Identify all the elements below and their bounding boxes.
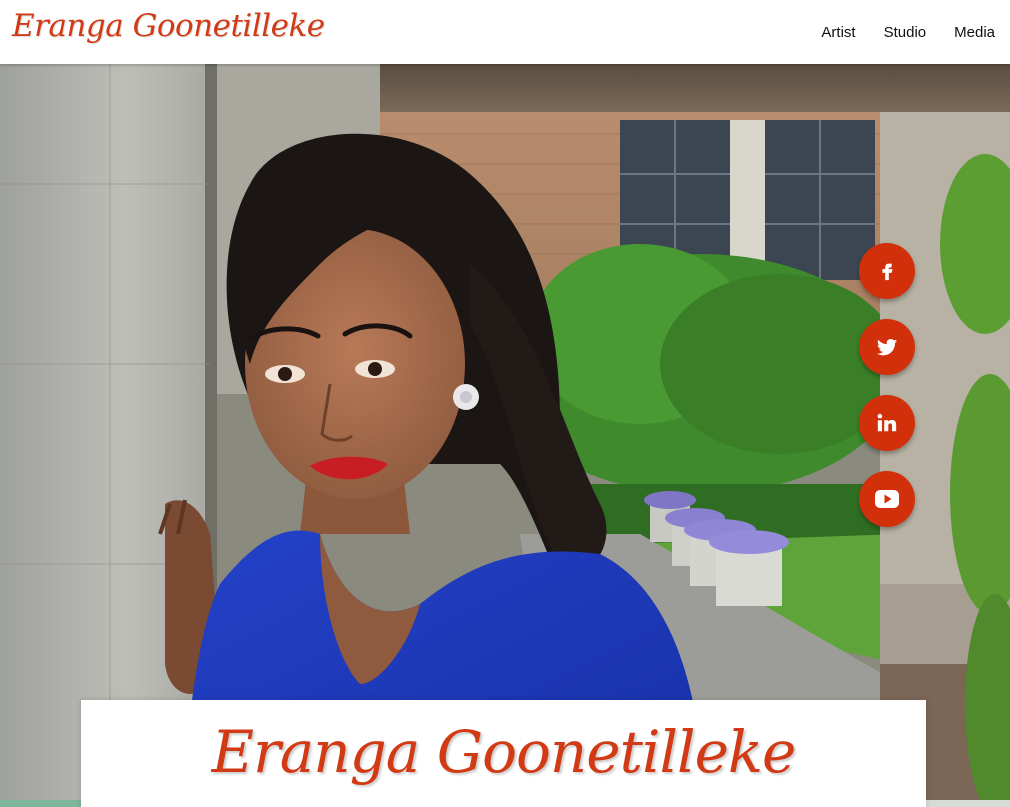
youtube-icon [875, 490, 899, 508]
twitter-icon [876, 339, 898, 356]
bottom-strip [926, 800, 1010, 807]
twitter-button[interactable] [859, 319, 915, 375]
site-logo[interactable]: Eranga Goonetilleke [12, 8, 325, 44]
facebook-icon [882, 263, 893, 281]
hero-photo [0, 64, 1010, 807]
nav-link-studio[interactable]: Studio [884, 24, 927, 41]
facebook-button[interactable] [859, 243, 915, 299]
linkedin-icon [877, 413, 897, 432]
bottom-strip [0, 800, 81, 807]
artist-name-heading: Eranga Goonetilleke [211, 718, 797, 786]
main-nav: Artist Studio Media [793, 24, 995, 41]
site-header: Eranga Goonetilleke Artist Studio Media [0, 0, 1010, 64]
hero-section [0, 64, 1010, 807]
nav-link-artist[interactable]: Artist [821, 24, 855, 41]
youtube-button[interactable] [859, 471, 915, 527]
nav-link-media[interactable]: Media [954, 24, 995, 41]
linkedin-button[interactable] [859, 395, 915, 451]
name-card: Eranga Goonetilleke [81, 700, 926, 807]
